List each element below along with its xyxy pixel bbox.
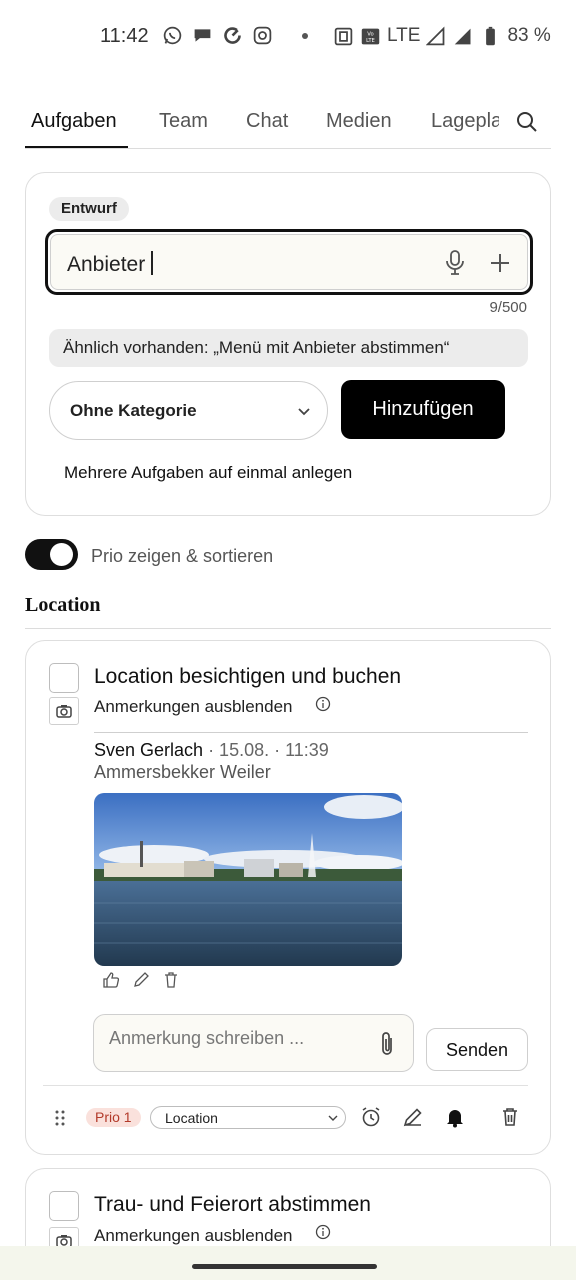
tab-chat[interactable]: Chat <box>246 110 288 133</box>
hide-notes-toggle[interactable]: Anmerkungen ausblenden <box>94 697 292 717</box>
alarm-clock-icon[interactable] <box>360 1106 382 1128</box>
battery-level: 83 % <box>507 25 551 46</box>
system-icons: Vo LTE LTE 83 % <box>333 25 551 47</box>
note-author-line: Sven Gerlach · 15.08. · 11:39 <box>94 740 329 761</box>
thumbs-up-icon[interactable] <box>102 971 120 989</box>
volte-icon: VoLTE <box>361 28 380 44</box>
svg-text:LTE: LTE <box>366 37 375 43</box>
tab-team[interactable]: Team <box>159 110 208 133</box>
info-icon[interactable] <box>315 1224 331 1240</box>
status-time: 11:42 <box>100 25 149 47</box>
note-divider <box>94 732 528 733</box>
note-photo[interactable] <box>94 793 402 966</box>
home-gesture-handle[interactable] <box>192 1264 377 1269</box>
edit-icon[interactable] <box>402 1106 424 1128</box>
camera-icon <box>56 705 72 718</box>
send-comment-button[interactable]: Senden <box>426 1028 528 1071</box>
sync-icon <box>224 27 241 44</box>
hide-notes-toggle[interactable]: Anmerkungen ausblenden <box>94 1226 292 1246</box>
note-author: Sven Gerlach <box>94 740 204 760</box>
edit-icon[interactable] <box>132 971 150 989</box>
paperclip-icon[interactable] <box>378 1031 396 1057</box>
notification-icons <box>162 25 308 46</box>
bell-icon[interactable] <box>444 1106 466 1128</box>
info-icon[interactable] <box>315 696 331 712</box>
task-title[interactable]: Trau- und Feierort abstimmen <box>94 1193 371 1217</box>
task-card: Location besichtigen und buchen Anmerkun… <box>25 640 551 1155</box>
instagram-icon <box>253 26 272 45</box>
whatsapp-icon <box>163 26 182 45</box>
task-input-text: Anbieter <box>67 253 146 276</box>
tab-bar: Aufgaben Team Chat Medien Lagepla <box>25 100 551 149</box>
task-footer-divider <box>43 1085 528 1086</box>
note-text: Ammersbekker Weiler <box>94 762 271 782</box>
prio-toggle[interactable] <box>25 539 78 570</box>
lake-photo-image <box>94 793 402 966</box>
tab-lageplan[interactable]: Lagepla <box>431 110 499 133</box>
toggle-knob <box>50 543 73 566</box>
task-category-select[interactable]: Location <box>150 1106 346 1129</box>
system-navigation-bar <box>0 1246 576 1280</box>
add-multiple-tasks-link[interactable]: Mehrere Aufgaben auf einmal anlegen <box>64 463 352 483</box>
text-cursor <box>151 251 154 275</box>
tab-aufgaben[interactable]: Aufgaben <box>31 110 117 133</box>
new-task-card: Entwurf Anbieter 9/500 Ähnlich vorhanden… <box>25 172 551 516</box>
nfc-icon <box>334 27 353 45</box>
section-title: Location <box>25 594 101 616</box>
network-type: LTE <box>387 25 421 46</box>
section-divider <box>25 628 551 629</box>
chevron-down-icon <box>328 1115 338 1121</box>
prio-toggle-label: Prio zeigen & sortieren <box>91 546 274 566</box>
add-photo-button[interactable] <box>49 697 79 725</box>
status-bar: 11:42 Vo LTE LTE 83 % <box>0 0 576 72</box>
task-category-value: Location <box>165 1110 218 1126</box>
task-checkbox[interactable] <box>49 663 79 693</box>
signal-icon <box>426 26 445 45</box>
tab-medien[interactable]: Medien <box>326 110 392 133</box>
add-task-button[interactable]: Hinzufügen <box>341 380 505 439</box>
microphone-icon[interactable] <box>444 250 466 276</box>
active-tab-indicator <box>25 146 128 148</box>
task-title[interactable]: Location besichtigen und buchen <box>94 665 401 689</box>
chat-bubble-icon <box>194 29 211 42</box>
comment-input[interactable]: Anmerkung schreiben ... <box>93 1014 414 1072</box>
character-counter: 9/500 <box>489 299 527 316</box>
category-select[interactable]: Ohne Kategorie <box>49 381 328 440</box>
note-timestamp: · 15.08. · 11:39 <box>203 740 329 760</box>
task-input-value: Anbieter <box>67 251 154 277</box>
task-title-input[interactable]: Anbieter <box>45 229 533 295</box>
search-icon[interactable] <box>515 110 539 134</box>
drag-handle-icon[interactable] <box>54 1110 66 1126</box>
priority-badge[interactable]: Prio 1 <box>86 1108 141 1127</box>
comment-input-placeholder: Anmerkung schreiben ... <box>109 1028 305 1048</box>
battery-icon <box>486 26 496 45</box>
task-checkbox[interactable] <box>49 1191 79 1221</box>
trash-icon[interactable] <box>499 1106 521 1128</box>
similar-task-hint: Ähnlich vorhanden: „Menü mit Anbieter ab… <box>49 329 528 367</box>
category-select-value: Ohne Kategorie <box>70 401 197 420</box>
chevron-down-icon <box>298 408 310 416</box>
trash-icon[interactable] <box>162 971 180 989</box>
dot-icon <box>302 32 308 39</box>
note-actions <box>102 971 180 989</box>
signal-icon <box>455 28 471 44</box>
svg-text:Vo: Vo <box>367 31 373 37</box>
draft-badge: Entwurf <box>49 197 129 221</box>
plus-icon[interactable] <box>489 252 511 274</box>
